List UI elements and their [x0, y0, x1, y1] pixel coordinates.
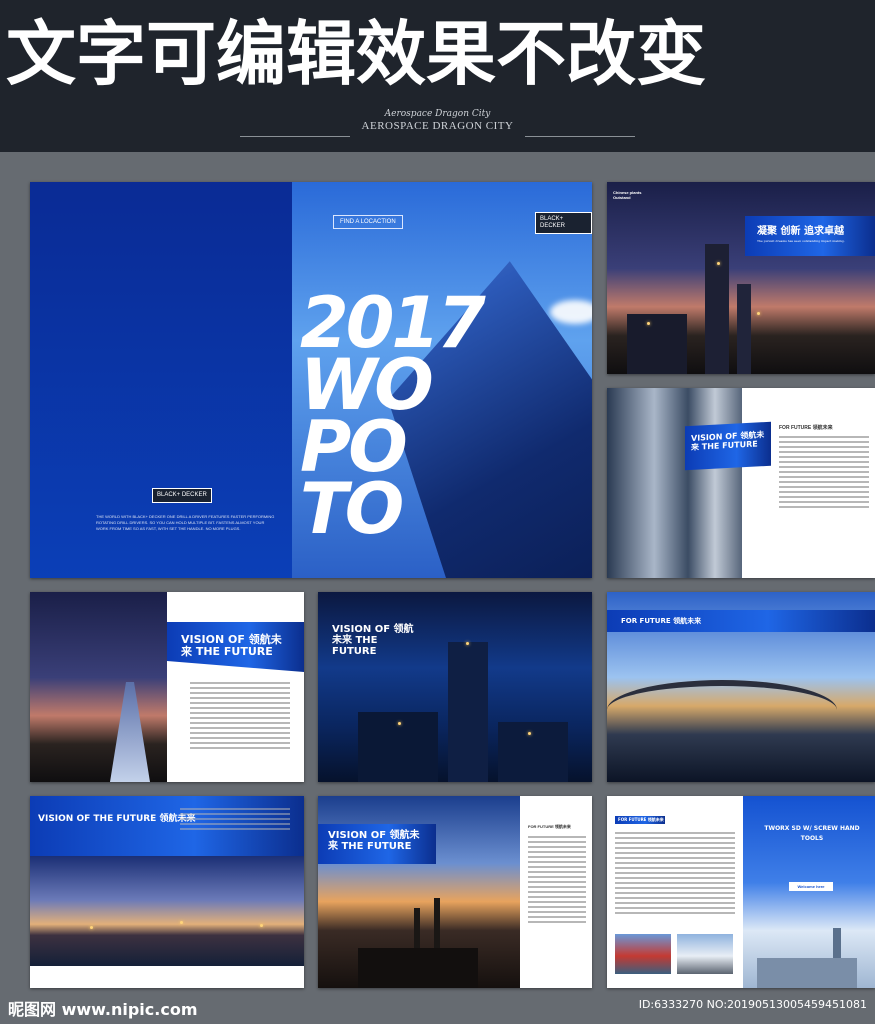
light	[717, 262, 720, 265]
light	[180, 921, 183, 924]
body-text-lines	[180, 808, 290, 833]
industry-tower	[448, 642, 488, 782]
cover-body-text: THE WORLD WITH BLACK+ DECKER ONE DRILL A…	[96, 514, 275, 531]
panel-tools[interactable]: FOR FUTURE 领航未来 TWORX SD W/ SCREW HAND T…	[607, 796, 875, 988]
refinery-plant	[627, 314, 687, 374]
image-id: ID:6333270 NO:20190513005459451081	[638, 998, 867, 1011]
body-text-lines	[528, 836, 586, 926]
tools-title: TWORX SD W/ SCREW HAND TOOLS	[764, 825, 860, 842]
logo-main: AEROSPACE DRAGON CITY	[361, 120, 514, 132]
welcome-button[interactable]: Welcome here	[789, 882, 833, 891]
panel-vision-a[interactable]: VISION OF 领航未来 THE FUTURE FOR FUTURE 领航未…	[607, 388, 875, 578]
container-train-image	[615, 934, 671, 974]
cover-year-text: 2017 WO PO TO	[300, 282, 486, 550]
calligraphy-banner: 凝聚 创新 追求卓越 The pursuit dreams has seen o…	[745, 216, 875, 256]
body-text-lines	[615, 832, 735, 917]
calligraphy-text: 凝聚 创新 追求卓越	[757, 226, 844, 237]
vision-ribbon: VISION OF 领航未来 THE FUTURE	[332, 624, 414, 657]
light	[528, 732, 531, 735]
calligraphy-caption: The pursuit dreams has seen outstanding …	[757, 239, 845, 243]
light	[757, 312, 760, 315]
panel-vision-b[interactable]: VISION OF 领航未来 THE FUTURE	[30, 592, 304, 782]
panel-bridge[interactable]: FOR FUTURE 领航未来	[607, 592, 875, 782]
body-text-lines	[779, 436, 869, 511]
industry-plant	[498, 722, 568, 782]
refinery-plant	[358, 948, 478, 988]
vision-ribbon: VISION OF 领航未来 THE FUTURE	[318, 824, 436, 864]
brand-logo-bottom: BLACK+ DECKER	[152, 488, 212, 503]
tools-plant	[757, 958, 857, 988]
brand-logo-top: BLACK+ DECKER	[535, 212, 592, 234]
body-text-lines	[190, 682, 290, 752]
vision-ribbon: VISION OF 领航未来 THE FUTURE	[167, 622, 304, 672]
section-tag: FOR FUTURE 领航未来	[615, 816, 665, 824]
steel-pipes-image	[607, 388, 742, 578]
light	[90, 926, 93, 929]
refinery-seaside-image	[30, 856, 304, 966]
light	[647, 322, 650, 325]
banner-title: 文字可编辑效果不改变	[6, 13, 706, 95]
panel-vision-d[interactable]: VISION OF 领航未来 THE FUTURE FOR FUTURE 领航未…	[318, 796, 592, 988]
bridge-arch	[607, 680, 837, 740]
section-heading: FOR FUTURE 领航未来	[779, 425, 833, 431]
light	[398, 722, 401, 725]
brochure-grid: 2017 WO PO TO FIND A LOCACTION BLACK+ DE…	[0, 152, 875, 1024]
section-heading: FOR FUTURE 领航未来	[528, 824, 571, 829]
panel-sea-refinery[interactable]: VISION OF THE FUTURE 领航未来	[30, 796, 304, 988]
panel-title: Chinese plants Outstand	[613, 190, 642, 200]
light	[466, 642, 469, 645]
find-location-button[interactable]: FIND A LOCACTION	[333, 215, 403, 229]
brand-logo: Aerospace Dragon City AEROSPACE DRAGON C…	[0, 108, 875, 132]
trucks-image	[677, 934, 733, 974]
bridge-heading: FOR FUTURE 领航未来	[607, 610, 875, 632]
cover-spread[interactable]: 2017 WO PO TO FIND A LOCACTION BLACK+ DE…	[30, 182, 592, 578]
refinery-tower	[737, 284, 751, 374]
cloud	[550, 300, 592, 324]
refinery-evening-image	[30, 592, 167, 782]
site-watermark: 昵图网 www.nipic.com	[8, 1000, 198, 1019]
logo-script: Aerospace Dragon City	[384, 109, 491, 119]
panel-vision-c[interactable]: VISION OF 领航未来 THE FUTURE	[318, 592, 592, 782]
vision-ribbon: VISION OF 领航未来 THE FUTURE	[685, 421, 771, 471]
logo-divider-right	[525, 136, 635, 137]
logo-divider-left	[240, 136, 350, 137]
panel-refinery-night[interactable]: Chinese plants Outstand 凝聚 创新 追求卓越 The p…	[607, 182, 875, 374]
light	[260, 924, 263, 927]
